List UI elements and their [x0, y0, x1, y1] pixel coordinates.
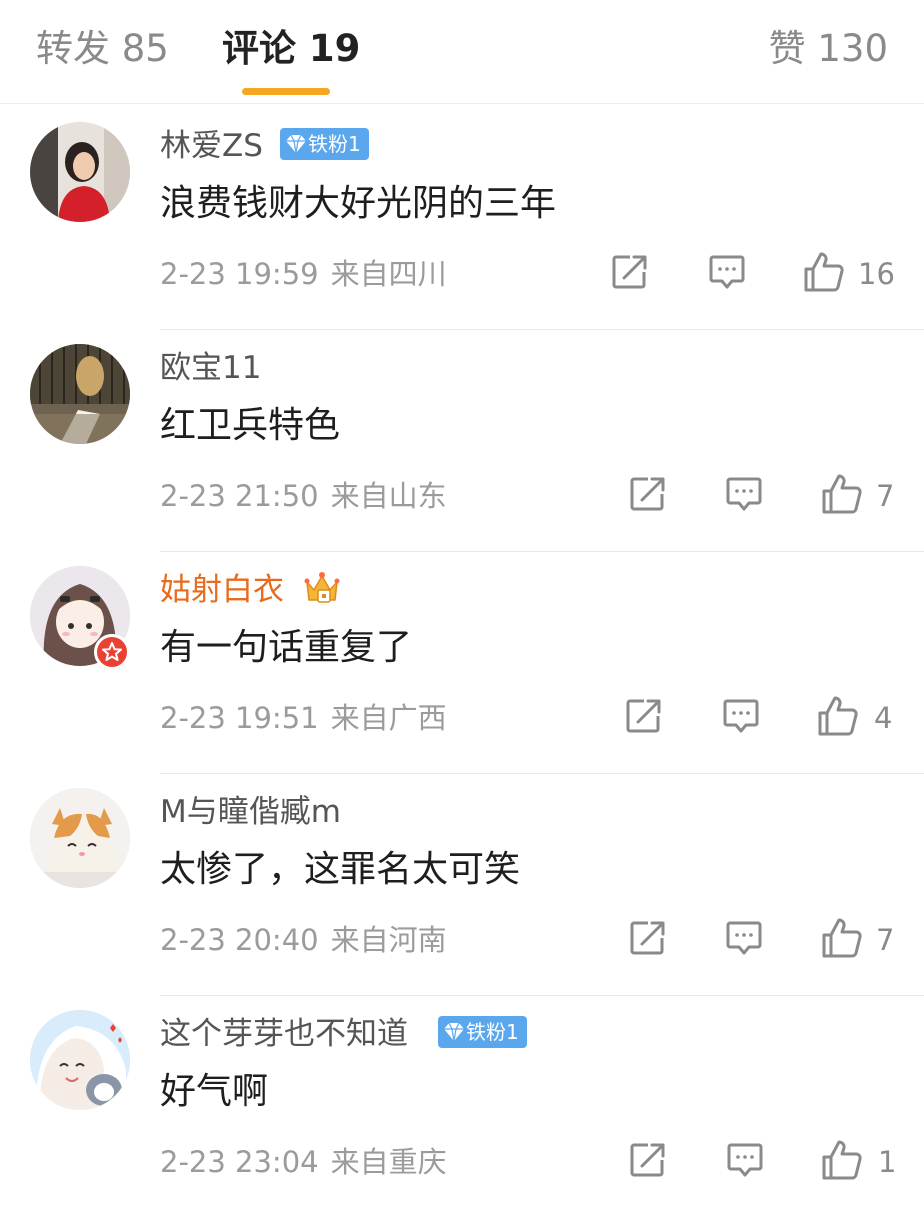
like-count: 16: [858, 257, 895, 291]
fan-badge-label: 铁粉1: [466, 1020, 519, 1044]
forward-button[interactable]: [624, 696, 664, 736]
like-button[interactable]: [820, 472, 864, 516]
like-count: 1: [878, 1145, 897, 1179]
forward-button[interactable]: [610, 252, 650, 292]
avatar[interactable]: [30, 122, 130, 222]
like-count: 4: [874, 701, 893, 735]
comment-meta: 2-23 19:59 来自四川: [160, 254, 447, 294]
like-button[interactable]: [820, 916, 864, 960]
diamond-icon: [442, 1021, 466, 1043]
diamond-icon: [284, 133, 308, 155]
username[interactable]: 林爱ZS: [160, 126, 263, 166]
comment-time: 2-23 21:50: [160, 479, 319, 513]
comment-meta: 2-23 20:40 来自河南: [160, 920, 447, 960]
comment-text: 有一句话重复了: [160, 627, 413, 668]
forward-icon: [624, 696, 664, 736]
reply-button[interactable]: [724, 918, 764, 958]
active-tab-indicator: [242, 88, 330, 95]
comment-time: 2-23 19:51: [160, 701, 319, 735]
forward-button[interactable]: [628, 474, 668, 514]
comment-time: 2-23 23:04: [160, 1145, 319, 1179]
comment-location: 来自广西: [330, 701, 447, 735]
username[interactable]: 欧宝11: [160, 348, 261, 388]
comment-item: 姑射白衣 有一句话重复了 2-23 19:51 来自广西 4: [0, 552, 924, 774]
tab-repost[interactable]: 转发 85: [36, 26, 169, 72]
fan-badge: 铁粉1: [438, 1016, 527, 1048]
comment-item: 林爱ZS 铁粉1 浪费钱财大好光阴的三年 2-23 19:59 来自四川 16: [0, 108, 924, 330]
comment-icon: [725, 1140, 765, 1180]
forward-icon: [628, 474, 668, 514]
forward-icon: [628, 1140, 668, 1180]
reply-button[interactable]: [725, 1140, 765, 1180]
avatar[interactable]: [30, 788, 130, 888]
comment-item: 欧宝11 红卫兵特色 2-23 21:50 来自山东 7: [0, 330, 924, 552]
comment-location: 来自山东: [330, 479, 447, 513]
comment-tabs: 转发 85 评论 19 赞 130: [0, 0, 924, 104]
like-count: 7: [876, 479, 895, 513]
comment-icon: [724, 474, 764, 514]
like-button[interactable]: [802, 250, 846, 294]
comment-text: 太惨了，这罪名太可笑: [160, 849, 521, 890]
forward-button[interactable]: [628, 1140, 668, 1180]
username[interactable]: 姑射白衣: [160, 570, 284, 610]
comment-icon: [707, 252, 747, 292]
username[interactable]: 这个芽芽也不知道: [160, 1014, 408, 1054]
fan-badge: 铁粉1: [280, 128, 369, 160]
comment-meta: 2-23 21:50 来自山东: [160, 476, 447, 516]
comment-item: M与瞳偕臧m 太惨了，这罪名太可笑 2-23 20:40 来自河南 7: [0, 774, 924, 996]
thumbs-up-icon: [820, 916, 864, 960]
comment-icon: [721, 696, 761, 736]
like-count: 7: [876, 923, 895, 957]
comment-item: 这个芽芽也不知道 铁粉1 好气啊 2-23 23:04 来自重庆 1: [0, 996, 924, 1218]
fan-badge-label: 铁粉1: [308, 132, 361, 156]
comment-time: 2-23 20:40: [160, 923, 319, 957]
comment-text: 红卫兵特色: [160, 405, 341, 446]
comment-location: 来自河南: [330, 923, 447, 957]
thumbs-up-icon: [816, 694, 860, 738]
verified-badge-icon: [94, 634, 130, 670]
crown-icon: [304, 572, 340, 603]
reply-button[interactable]: [707, 252, 747, 292]
avatar[interactable]: [30, 1010, 130, 1110]
thumbs-up-icon: [802, 250, 846, 294]
comment-meta: 2-23 23:04 来自重庆: [160, 1142, 447, 1182]
comment-text: 浪费钱财大好光阴的三年: [160, 183, 557, 224]
reply-button[interactable]: [721, 696, 761, 736]
reply-button[interactable]: [724, 474, 764, 514]
comment-location: 来自四川: [330, 257, 447, 291]
comment-time: 2-23 19:59: [160, 257, 319, 291]
tab-likes[interactable]: 赞 130: [769, 26, 888, 72]
thumbs-up-icon: [820, 472, 864, 516]
comment-meta: 2-23 19:51 来自广西: [160, 698, 447, 738]
avatar[interactable]: [30, 344, 130, 444]
forward-button[interactable]: [628, 918, 668, 958]
comment-text: 好气啊: [160, 1071, 269, 1112]
like-button[interactable]: [820, 1138, 864, 1182]
forward-icon: [610, 252, 650, 292]
like-button[interactable]: [816, 694, 860, 738]
thumbs-up-icon: [820, 1138, 864, 1182]
comment-icon: [724, 918, 764, 958]
tab-comments[interactable]: 评论 19: [222, 26, 360, 72]
comment-location: 来自重庆: [330, 1145, 447, 1179]
forward-icon: [628, 918, 668, 958]
username[interactable]: M与瞳偕臧m: [160, 792, 341, 832]
